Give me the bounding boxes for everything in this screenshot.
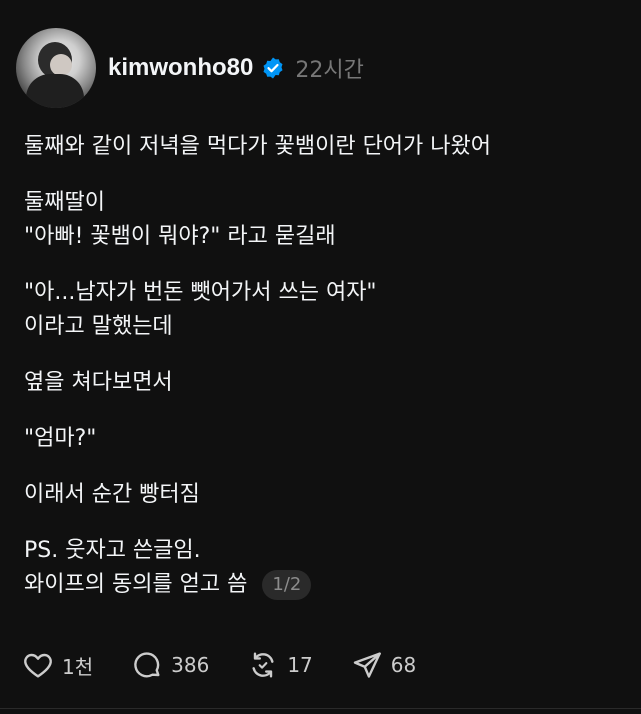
post-paragraph: 옆을 쳐다보면서 [24,366,624,400]
avatar-body [26,74,84,108]
post-line: "엄마?" [24,426,97,451]
verified-badge-icon [261,56,285,80]
post-line: PS. 웃자고 쓴글임. [24,538,201,563]
post-line: 둘째와 같이 저녁을 먹다가 꽃뱀이란 단어가 나왔어 [24,134,492,159]
post-line: 이래서 순간 빵터짐 [24,482,200,507]
post-paragraph: 이래서 순간 빵터짐 [24,478,624,512]
like-button[interactable]: 1천 [22,649,93,681]
heart-icon [24,653,52,678]
comment-count: 386 [171,653,210,677]
post-line: 와이프의 동의를 얻고 씀 [24,572,248,597]
post-paragraph: 둘째딸이 "아빠! 꽃뱀이 뭐야?" 라고 묻길래 [24,186,624,254]
page-indicator-badge: 1/2 [262,570,312,600]
avatar-face [50,54,72,76]
share-count: 68 [390,653,417,677]
comment-icon [134,652,160,678]
post-line: 이라고 말했는데 [24,314,173,339]
like-count: 1천 [62,654,94,679]
share-button[interactable]: 68 [351,649,416,681]
post-body: 둘째와 같이 저녁을 먹다가 꽃뱀이란 단어가 나왔어 둘째딸이 "아빠! 꽃뱀… [24,130,624,624]
post-line: "아빠! 꽃뱀이 뭐야?" 라고 묻길래 [24,224,336,249]
post-line: "아...남자가 번돈 뺏어가서 쓰는 여자" [24,280,377,305]
repost-count: 17 [287,653,313,677]
post-line: 둘째딸이 [24,190,105,215]
post-paragraph: 둘째와 같이 저녁을 먹다가 꽃뱀이란 단어가 나왔어 [24,130,624,164]
post-paragraph: "아...남자가 번돈 뺏어가서 쓰는 여자" 이라고 말했는데 [24,276,624,344]
post-time: 22시간 [295,58,364,83]
repost-button[interactable]: 17 [247,649,313,681]
comment-button[interactable]: 386 [131,649,209,681]
post-line: 옆을 쳐다보면서 [24,370,173,395]
divider [0,708,641,709]
action-bar: 1천 386 17 68 [22,645,454,685]
avatar[interactable] [16,28,96,108]
username[interactable]: kimwonho80 [108,54,253,82]
post-paragraph: "엄마?" [24,422,624,456]
repost-icon [252,652,274,678]
post-header: kimwonho80 22시간 [16,28,364,108]
post-paragraph: PS. 웃자고 쓴글임. 와이프의 동의를 얻고 씀 1/2 [24,534,624,602]
send-icon [353,652,381,678]
